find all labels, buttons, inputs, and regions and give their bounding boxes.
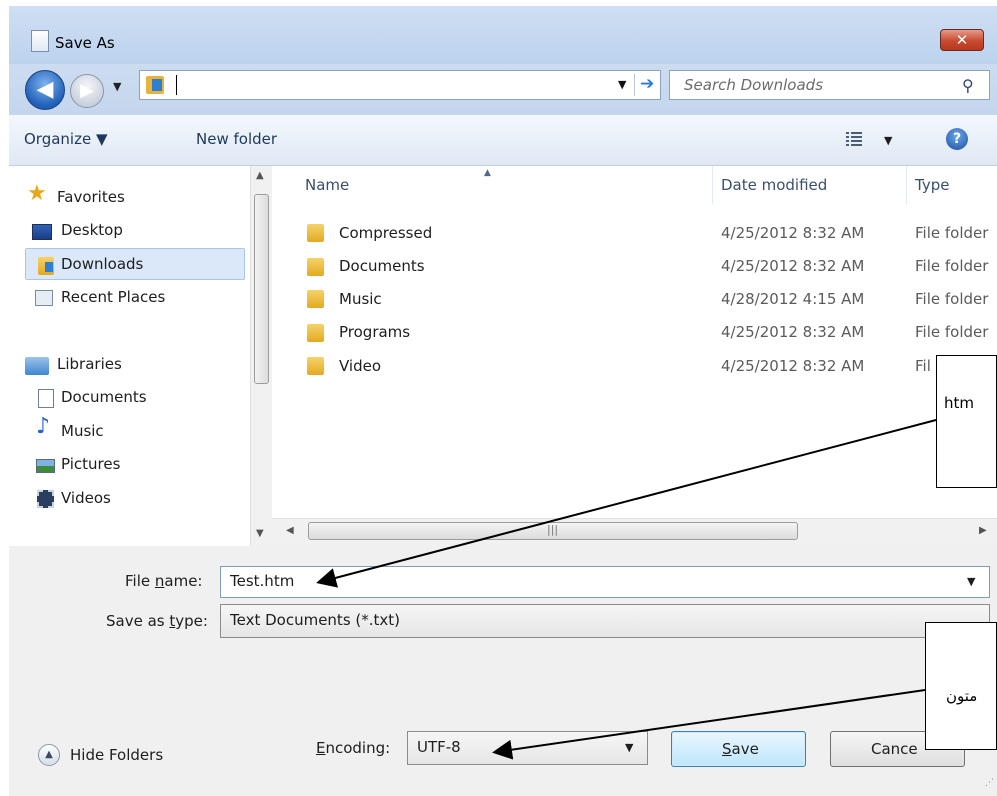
annotation-arrows [316,419,937,760]
annotation-arrow-encoding [492,689,926,760]
annotation-arrow-file-name [316,419,937,588]
